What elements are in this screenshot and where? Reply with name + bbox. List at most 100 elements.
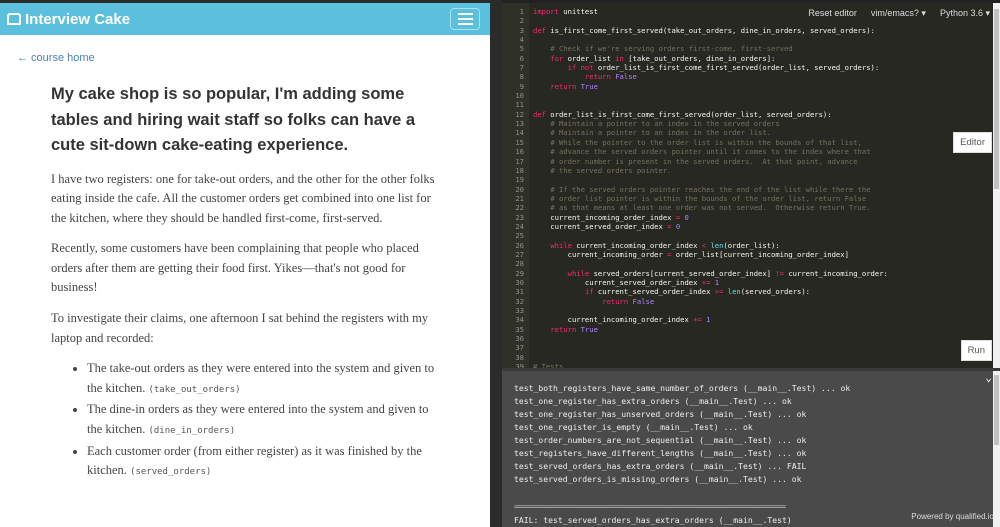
- code-line[interactable]: 27 current_incoming_order = order_list[c…: [502, 250, 888, 259]
- test-result-line: test_one_register_has_unserved_orders (_…: [514, 409, 807, 419]
- editor-button[interactable]: Editor: [953, 132, 992, 153]
- code-token: for: [550, 53, 564, 63]
- code-token: return: [602, 296, 629, 306]
- line-number: 37: [515, 343, 524, 353]
- code-line[interactable]: 28: [502, 259, 888, 268]
- code-line[interactable]: 35 return True: [502, 325, 888, 334]
- code-line[interactable]: 13 # Maintain a pointer to an index in t…: [502, 119, 888, 128]
- code-token: order_list_is_first_come_first_served(or…: [545, 109, 832, 119]
- code-line[interactable]: 10: [502, 91, 888, 100]
- list-item: Each customer order (from either registe…: [87, 442, 440, 483]
- code-line[interactable]: 11: [502, 100, 888, 109]
- line-number: 20: [515, 184, 524, 194]
- code-line[interactable]: 16 # advance the served orders pointer u…: [502, 147, 888, 156]
- article: ← course home My cake shop is so popular…: [0, 51, 490, 483]
- line-number: 11: [515, 100, 524, 110]
- code-line[interactable]: 15 # While the pointer to the order list…: [502, 138, 888, 147]
- line-number: 27: [515, 249, 524, 259]
- code-line[interactable]: 20 # If the served orders pointer reache…: [502, 185, 888, 194]
- code-line[interactable]: 22 # as that means at least one order wa…: [502, 203, 888, 212]
- brand-logo[interactable]: Interview Cake: [7, 11, 130, 28]
- code-line[interactable]: 37: [502, 343, 888, 352]
- line-number: 14: [515, 128, 524, 138]
- code-line[interactable]: 30 current_served_order_index += 1: [502, 278, 888, 287]
- code-token: (served_orders):: [740, 287, 810, 297]
- code-token: [take_out_orders, dine_in_orders]:: [623, 53, 776, 63]
- paragraph: I have two registers: one for take-out o…: [51, 171, 435, 225]
- code-token: order_list: [563, 53, 616, 63]
- test-result-line: test_served_orders_is_missing_orders (__…: [514, 474, 802, 484]
- code-line[interactable]: 7 if not order_list_is_first_come_first_…: [502, 63, 888, 72]
- code-line[interactable]: 23 current_incoming_order_index = 0: [502, 213, 888, 222]
- code-line[interactable]: 17 # order number is present in the serv…: [502, 157, 888, 166]
- code-token: # Check if we're serving orders first-co…: [550, 44, 793, 54]
- code-line[interactable]: 33: [502, 306, 888, 315]
- code-area[interactable]: 1 import unittest 2 3 def is_first_come_firs…: [502, 7, 888, 368]
- run-button[interactable]: Run: [960, 340, 992, 361]
- chevron-down-icon[interactable]: ⌄: [985, 371, 992, 384]
- code-line[interactable]: 4: [502, 35, 888, 44]
- keybinding-dropdown[interactable]: vim/emacs? ▾: [871, 8, 926, 19]
- code-token: # Maintain a pointer to an index in the …: [550, 128, 772, 138]
- code-line[interactable]: 8 return False: [502, 72, 888, 81]
- code-line[interactable]: 18 # the served orders pointer.: [502, 166, 888, 175]
- code-line[interactable]: 25: [502, 231, 888, 240]
- line-number: 25: [515, 231, 524, 241]
- test-result-line: test_registers_have_different_lengths (_…: [514, 448, 807, 458]
- code-token: in: [615, 53, 624, 63]
- course-home-link[interactable]: ← course home: [17, 51, 440, 65]
- code-line[interactable]: 5 # Check if we're serving orders first-…: [502, 44, 888, 53]
- language-dropdown[interactable]: Python 3.6 ▾: [940, 8, 990, 19]
- menu-button[interactable]: [450, 8, 480, 30]
- pane-divider[interactable]: [490, 0, 502, 527]
- line-number: 31: [515, 287, 524, 297]
- line-number: 26: [515, 240, 524, 250]
- reset-editor-button[interactable]: Reset editor: [808, 8, 857, 19]
- code-token: current_served_order_index: [533, 221, 668, 231]
- test-result-line: test_order_numbers_are_not_sequential (_…: [514, 435, 807, 445]
- code-token: while: [550, 240, 572, 250]
- code-token: # as that means at least one order was n…: [550, 203, 871, 213]
- navbar: Interview Cake: [0, 3, 490, 35]
- code-line[interactable]: 9 return True: [502, 82, 888, 91]
- code-token: unittest: [558, 7, 598, 16]
- code-line[interactable]: 29 while served_orders[current_served_or…: [502, 269, 888, 278]
- code-line[interactable]: 24 current_served_order_index = 0: [502, 222, 888, 231]
- scrollbar-thumb[interactable]: [994, 9, 999, 189]
- line-number: 38: [515, 352, 524, 362]
- code-line[interactable]: 14 # Maintain a pointer to an index in t…: [502, 128, 888, 137]
- code-line[interactable]: 31 if current_served_order_index >= len(…: [502, 287, 888, 296]
- code-line[interactable]: 26 while current_incoming_order_index < …: [502, 241, 888, 250]
- code-token: not: [580, 63, 594, 73]
- code-line[interactable]: 34 current_incoming_order_index += 1: [502, 315, 888, 324]
- code-line[interactable]: 32 return False: [502, 297, 888, 306]
- scrollbar-thumb[interactable]: [994, 375, 999, 445]
- code-line[interactable]: 19: [502, 175, 888, 184]
- powered-by[interactable]: Powered by qualified.io: [911, 512, 994, 521]
- code-editor[interactable]: 1 import unittest 2 3 def is_first_come_firs…: [502, 3, 1000, 368]
- code-token: (order_list):: [723, 240, 780, 250]
- output-scrollbar[interactable]: [993, 371, 1000, 527]
- code-line[interactable]: 36: [502, 334, 888, 343]
- code-line[interactable]: 21 # order list pointer is within the bo…: [502, 194, 888, 203]
- code-token: order_list[current_incoming_order_index]: [671, 249, 849, 259]
- editor-scrollbar[interactable]: [993, 3, 1000, 368]
- code-token: current_incoming_order_index: [533, 212, 676, 222]
- code-line[interactable]: 3 def is_first_come_first_served(take_out…: [502, 26, 888, 35]
- code-line[interactable]: 12 def order_list_is_first_come_first_ser…: [502, 110, 888, 119]
- code-token: current_served_order_index: [593, 287, 715, 297]
- line-number: 29: [515, 268, 524, 278]
- page-title: My cake shop is so popular, I'm adding s…: [51, 85, 416, 154]
- code-token: # advance the served orders pointer unti…: [550, 147, 871, 157]
- code-line[interactable]: 38: [502, 353, 888, 362]
- code-line[interactable]: 6 for order_list in [take_out_orders, di…: [502, 54, 888, 63]
- code-token: return: [550, 81, 577, 91]
- cake-icon: [7, 13, 21, 25]
- line-number: 5: [519, 44, 524, 54]
